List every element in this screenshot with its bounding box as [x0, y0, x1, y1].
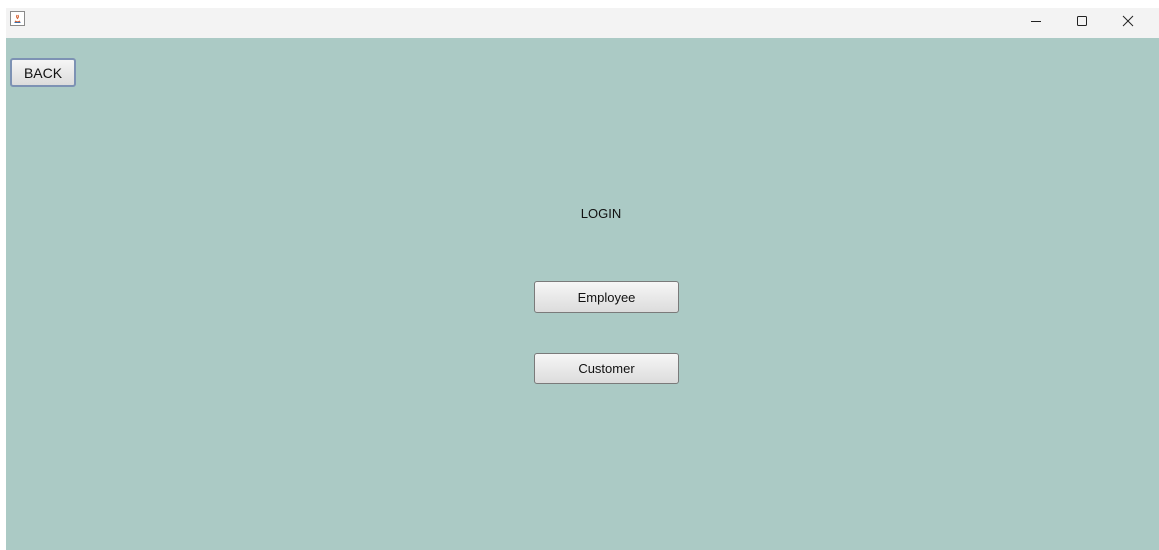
- maximize-icon: [1076, 14, 1088, 32]
- back-button[interactable]: BACK: [10, 58, 76, 87]
- title-bar[interactable]: [6, 8, 1159, 38]
- minimize-button[interactable]: [1013, 8, 1059, 38]
- java-app-icon: [10, 11, 25, 26]
- customer-login-button[interactable]: Customer: [534, 353, 679, 384]
- app-window: BACK LOGIN Employee Customer: [6, 8, 1159, 550]
- minimize-icon: [1030, 14, 1042, 32]
- maximize-button[interactable]: [1059, 8, 1105, 38]
- employee-login-button[interactable]: Employee: [534, 281, 679, 313]
- close-icon: [1122, 14, 1134, 32]
- login-title: LOGIN: [580, 206, 622, 221]
- close-button[interactable]: [1105, 8, 1151, 38]
- main-panel: BACK LOGIN Employee Customer: [6, 38, 1159, 550]
